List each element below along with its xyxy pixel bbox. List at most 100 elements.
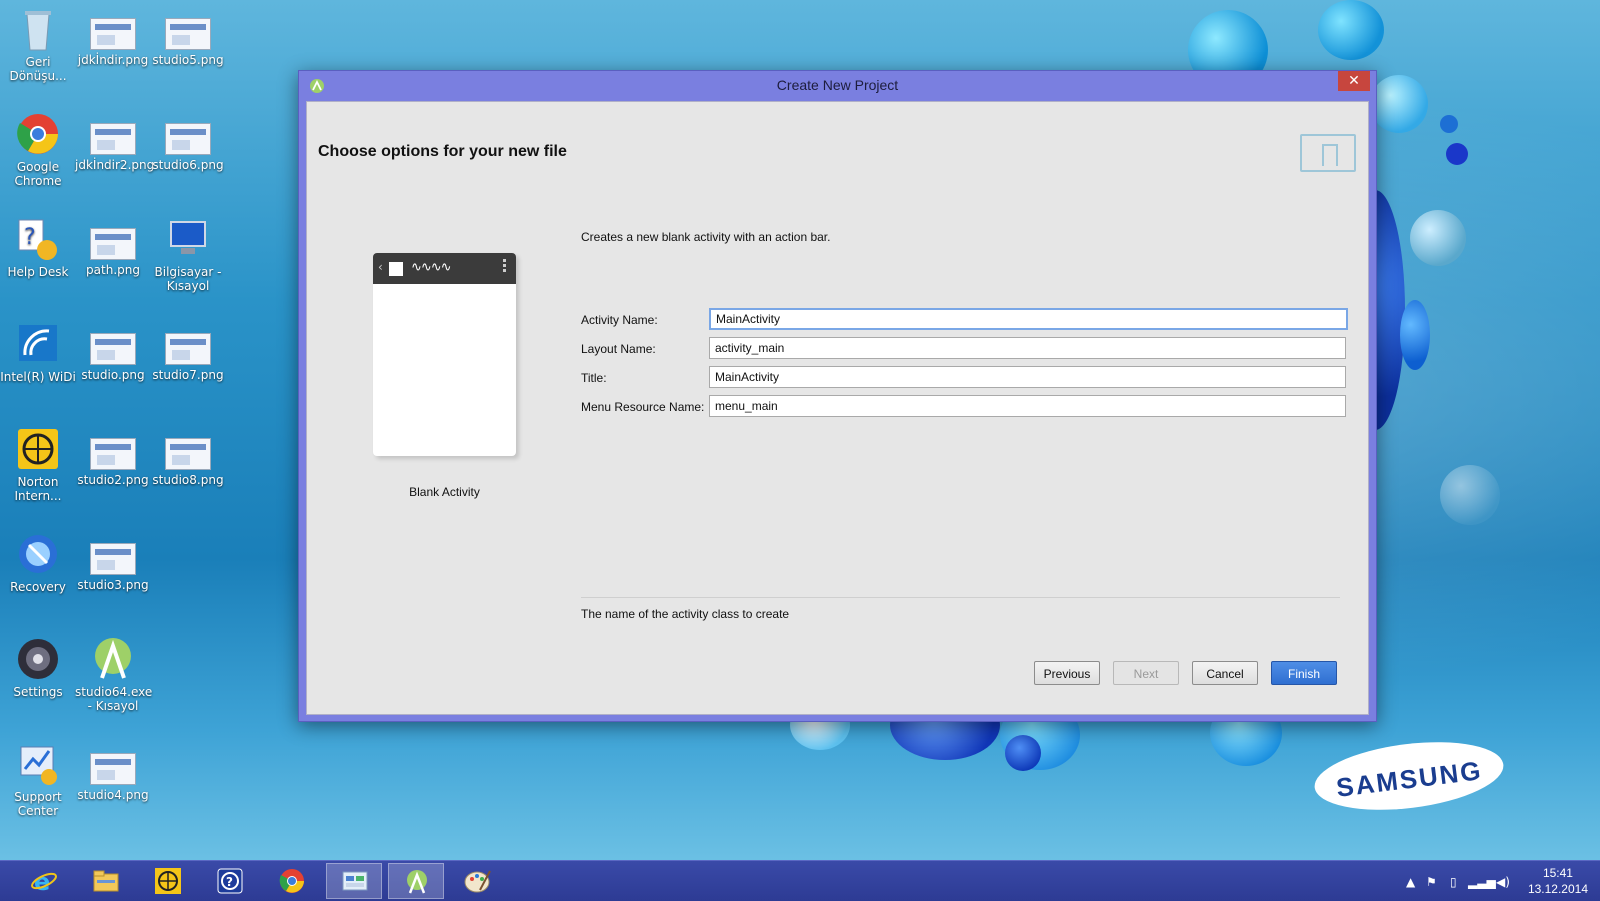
wallpaper-bubble [1318, 0, 1384, 60]
png-file-icon [90, 333, 136, 365]
desktop-icon[interactable]: studio4.png [75, 741, 151, 802]
samsung-logo: SAMSUNG [1310, 732, 1508, 820]
menu-resource-name-label: Menu Resource Name: [581, 400, 705, 414]
action-center-flag-icon[interactable]: ⚑ [1426, 875, 1437, 889]
desktop-icon[interactable]: Norton Intern... [0, 426, 76, 503]
template-description: Creates a new blank activity with an act… [581, 230, 831, 244]
show-hidden-icons-icon[interactable]: ▲ [1406, 875, 1415, 889]
battery-icon[interactable]: ▯ [1450, 875, 1457, 889]
desktop-icon[interactable]: Recovery [0, 531, 76, 594]
layout-name-row: Layout Name: [581, 337, 1346, 361]
desktop-icon[interactable]: Bilgisayar - Kısayol [150, 216, 226, 293]
help-desk-icon: ? [15, 216, 61, 262]
desktop-icon-label: studio64.exe - Kısayol [75, 685, 153, 713]
desktop-icon[interactable]: Google Chrome [0, 111, 76, 188]
divider [581, 597, 1340, 598]
desktop-icon-label: Norton Intern... [14, 475, 62, 503]
desktop-icon-label: studio4.png [77, 788, 149, 802]
desktop-icon[interactable]: Support Center [0, 741, 76, 818]
activity-name-input[interactable] [709, 308, 1348, 330]
control-panel-icon [342, 871, 368, 891]
title-label: Title: [581, 371, 607, 385]
recycle-bin-icon [15, 6, 61, 52]
next-button[interactable]: Next [1113, 661, 1179, 685]
menu-resource-name-row: Menu Resource Name: [581, 395, 1346, 419]
taskbar-norton[interactable] [140, 863, 196, 899]
taskbar-chrome[interactable] [264, 863, 320, 899]
overflow-menu-icon [503, 259, 506, 274]
layout-name-input[interactable] [709, 337, 1346, 359]
help-icon: ? [217, 868, 243, 894]
recovery-icon [15, 531, 61, 577]
png-file-icon [165, 123, 211, 155]
desktop-icon-label: studio7.png [152, 368, 224, 382]
chrome-icon [279, 869, 304, 893]
desktop-icon[interactable]: jdkİndir2.png [75, 111, 154, 172]
desktop-icon-label: studio6.png [152, 158, 224, 172]
taskbar-android-studio[interactable] [388, 863, 444, 899]
desktop-icon-label: Google Chrome [14, 160, 62, 188]
desktop-icon[interactable]: jdkİndir.png [75, 6, 151, 67]
template-name: Blank Activity [409, 485, 480, 499]
png-file-icon [90, 18, 136, 50]
png-file-icon [90, 123, 136, 155]
wallpaper-bubble [1370, 75, 1428, 133]
taskbar-internet-explorer[interactable]: e [16, 863, 72, 899]
desktop-icon[interactable]: studio.png [75, 321, 151, 382]
title-squiggle-icon: ∿∿∿∿ [411, 260, 452, 275]
menu-resource-name-input[interactable] [709, 395, 1346, 417]
desktop-icon[interactable]: Intel(R) WiDi [0, 321, 76, 384]
activity-name-label: Activity Name: [581, 313, 658, 327]
system-tray: ▲ ⚑ ▯ ▂▃▅ ◀) 15:41 13.12.2014 [1370, 861, 1600, 901]
desktop-icon[interactable]: Geri Dönüşu... [0, 6, 76, 83]
previous-button[interactable]: Previous [1034, 661, 1100, 685]
png-file-icon [90, 228, 136, 260]
android-studio-icon [90, 636, 136, 682]
taskbar-control-panel[interactable] [326, 863, 382, 899]
desktop-icon[interactable]: path.png [75, 216, 151, 277]
network-signal-icon[interactable]: ▂▃▅ [1468, 875, 1496, 889]
desktop-icon-label: Geri Dönüşu... [9, 55, 67, 83]
desktop-icon-label: Settings [13, 685, 63, 699]
taskbar-clock[interactable]: 15:41 13.12.2014 [1528, 865, 1588, 897]
file-explorer-icon [93, 870, 119, 892]
svg-text:?: ? [24, 225, 36, 250]
desktop-icon[interactable]: studio6.png [150, 111, 226, 172]
desktop-icon-label: path.png [86, 263, 140, 277]
paint-icon [464, 870, 491, 893]
desktop-icon[interactable]: studio8.png [150, 426, 226, 487]
desktop-icon[interactable]: studio3.png [75, 531, 151, 592]
desktop-icon[interactable]: studio5.png [150, 6, 226, 67]
android-studio-icon [407, 870, 427, 894]
desktop-icon-label: studio.png [81, 368, 145, 382]
norton-icon [15, 426, 61, 472]
svg-text:?: ? [226, 875, 233, 889]
create-new-project-dialog: Create New Project ✕ Choose options for … [298, 70, 1377, 722]
internet-explorer-icon: e [31, 868, 57, 894]
intel-widi-icon [15, 321, 61, 367]
wallpaper-bubble [1440, 115, 1458, 133]
dialog-titlebar[interactable]: Create New Project ✕ [299, 71, 1376, 101]
chevron-left-icon: ‹ [378, 260, 383, 274]
desktop-icon-label: studio3.png [77, 578, 149, 592]
desktop-icon[interactable]: studio2.png [75, 426, 151, 487]
finish-button[interactable]: Finish [1271, 661, 1337, 685]
volume-icon[interactable]: ◀) [1496, 875, 1510, 889]
field-hint: The name of the activity class to create [581, 607, 790, 621]
taskbar-paint[interactable] [450, 863, 506, 899]
taskbar-help[interactable]: ? [202, 863, 258, 899]
activity-name-row: Activity Name: [581, 308, 1348, 332]
desktop-icon[interactable]: ? Help Desk [0, 216, 76, 279]
desktop-icon[interactable]: studio7.png [150, 321, 226, 382]
wallpaper-bubble [1410, 210, 1466, 266]
png-file-icon [165, 333, 211, 365]
png-file-icon [90, 753, 136, 785]
dialog-content: Choose options for your new file ‹ ∿∿∿∿ … [306, 101, 1369, 715]
desktop-icon[interactable]: studio64.exe - Kısayol [75, 636, 153, 713]
title-input[interactable] [709, 366, 1346, 388]
close-icon: ✕ [1348, 73, 1360, 89]
cancel-button[interactable]: Cancel [1192, 661, 1258, 685]
close-button[interactable]: ✕ [1338, 71, 1370, 91]
desktop-icon[interactable]: Settings [0, 636, 76, 699]
taskbar-file-explorer[interactable] [78, 863, 134, 899]
